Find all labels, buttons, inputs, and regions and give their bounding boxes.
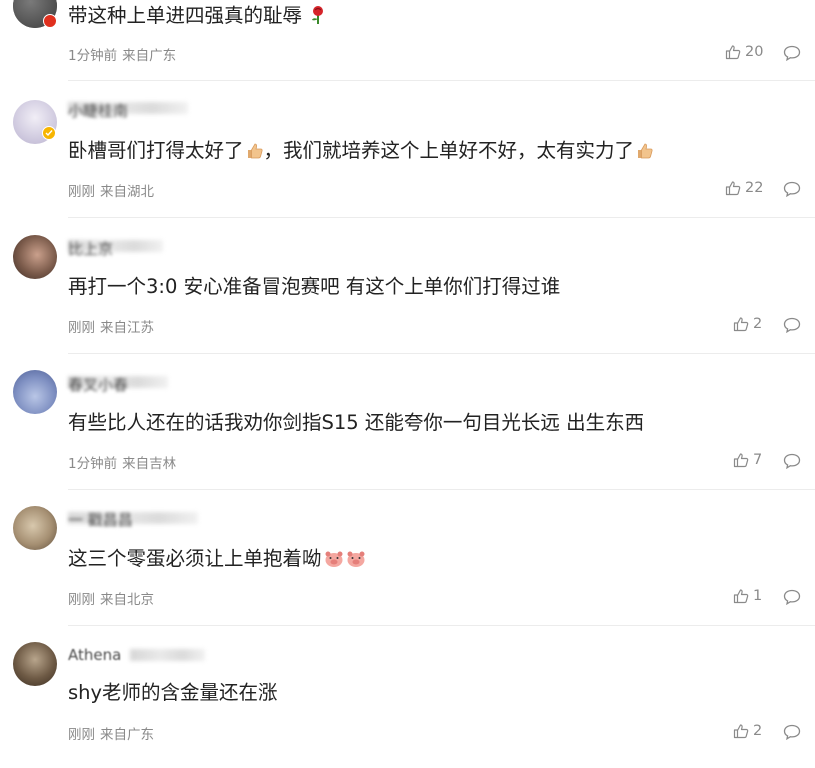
reply-icon[interactable]: [783, 724, 801, 740]
comment-time: 刚刚: [68, 592, 95, 608]
thumbs-up-icon: [725, 181, 741, 196]
divider: [68, 489, 815, 490]
pig-emoji: [324, 549, 344, 575]
comment-time: 1分钟前: [68, 48, 118, 64]
like-button[interactable]: 22: [725, 180, 763, 196]
comment-meta: 1分钟前 来自广东: [68, 44, 176, 64]
username[interactable]: 比上京: [68, 238, 113, 259]
avatar[interactable]: [13, 642, 57, 686]
divider: [68, 625, 815, 626]
divider: [68, 217, 815, 218]
like-button[interactable]: 1: [733, 588, 762, 604]
comment-location: 来自湖北: [100, 184, 154, 200]
comment-location: 来自江苏: [100, 320, 154, 336]
like-button[interactable]: 7: [733, 452, 762, 468]
thumbs-up-icon: [733, 724, 749, 739]
comment-time: 刚刚: [68, 184, 95, 200]
comment-item: 一 戳昌昌 这三个零蛋必须让上单抱着呦 刚刚 来自北京 1: [0, 496, 815, 632]
comment-time: 1分钟前: [68, 456, 118, 472]
avatar[interactable]: [13, 506, 57, 550]
comment-item: Athena shy老师的含金量还在涨 刚刚 来自广东 2: [0, 632, 815, 768]
thumbs-up-icon: [725, 45, 741, 60]
comment-text: 这三个零蛋必须让上单抱着呦: [68, 547, 322, 570]
comment-text: 带这种上单进四强真的耻辱: [68, 4, 303, 27]
like-count: 22: [745, 180, 764, 196]
comment-item: 带这种上单进四强真的耻辱 1分钟前 来自广东 20: [0, 0, 815, 81]
comment-text: shy老师的含金量还在涨: [68, 681, 278, 704]
comment-location: 来自北京: [100, 592, 154, 608]
username[interactable]: Athena: [68, 646, 121, 664]
like-count: 20: [745, 44, 764, 60]
comment-location: 来自吉林: [122, 456, 177, 472]
comment-location: 来自广东: [100, 727, 154, 743]
comment-location: 来自广东: [122, 48, 177, 64]
like-count: 2: [753, 723, 763, 739]
comment-text: 卧槽哥们打得太好了: [68, 139, 244, 162]
comment-text: 有些比人还在的话我劝你剑指S15 还能夸你一句目光长远 出生东西: [68, 411, 645, 434]
comment-meta: 刚刚 来自北京: [68, 588, 154, 608]
avatar[interactable]: [13, 235, 57, 279]
comment-item: 比上京 再打一个3:0 安心准备冒泡赛吧 有这个上单你们打得过谁 刚刚 来自江苏 …: [0, 224, 815, 360]
reply-icon[interactable]: [783, 589, 801, 605]
comment-meta: 刚刚 来自江苏: [68, 316, 154, 336]
comment-item: 小睫桂南 卧槽哥们打得太好了 ，我们就培养这个上单好不好，太有实力了 刚刚 来自湖北…: [0, 88, 815, 224]
like-count: 2: [753, 316, 763, 332]
rose-emoji: [310, 5, 326, 32]
like-count: 1: [753, 588, 763, 604]
thumbs-up-icon: [733, 589, 749, 604]
comment-meta: 刚刚 来自广东: [68, 723, 154, 743]
avatar[interactable]: [13, 370, 57, 414]
thumbs-up-icon: [733, 453, 749, 468]
username[interactable]: 一 戳昌昌: [68, 509, 133, 530]
like-button[interactable]: 2: [733, 723, 762, 739]
reply-icon[interactable]: [783, 317, 801, 333]
like-button[interactable]: 20: [725, 44, 763, 60]
reply-icon[interactable]: [783, 181, 801, 197]
pig-emoji: [346, 549, 366, 575]
verified-badge-icon: [43, 14, 57, 28]
comment-time: 刚刚: [68, 727, 95, 743]
comment-meta: 刚刚 来自湖北: [68, 180, 154, 200]
like-button[interactable]: 2: [733, 316, 762, 332]
thumbs-up-icon: [733, 317, 749, 332]
comment-item: 春叉小春 有些比人还在的话我劝你剑指S15 还能夸你一句目光长远 出生东西 1分…: [0, 360, 815, 496]
thumbs-up-emoji: [636, 141, 654, 167]
thumbs-up-emoji: [246, 141, 264, 167]
reply-icon[interactable]: [783, 45, 801, 61]
like-count: 7: [753, 452, 763, 468]
username[interactable]: 春叉小春: [68, 374, 128, 395]
comment-text-continued: ，我们就培养这个上单好不好，太有实力了: [263, 139, 635, 162]
comment-time: 刚刚: [68, 320, 95, 336]
comment-text: 再打一个3:0 安心准备冒泡赛吧 有这个上单你们打得过谁: [68, 275, 561, 298]
comment-meta: 1分钟前 来自吉林: [68, 452, 176, 472]
username[interactable]: 小睫桂南: [68, 100, 128, 121]
reply-icon[interactable]: [783, 453, 801, 469]
verified-badge-icon: [42, 126, 56, 140]
divider: [68, 80, 815, 81]
divider: [68, 353, 815, 354]
